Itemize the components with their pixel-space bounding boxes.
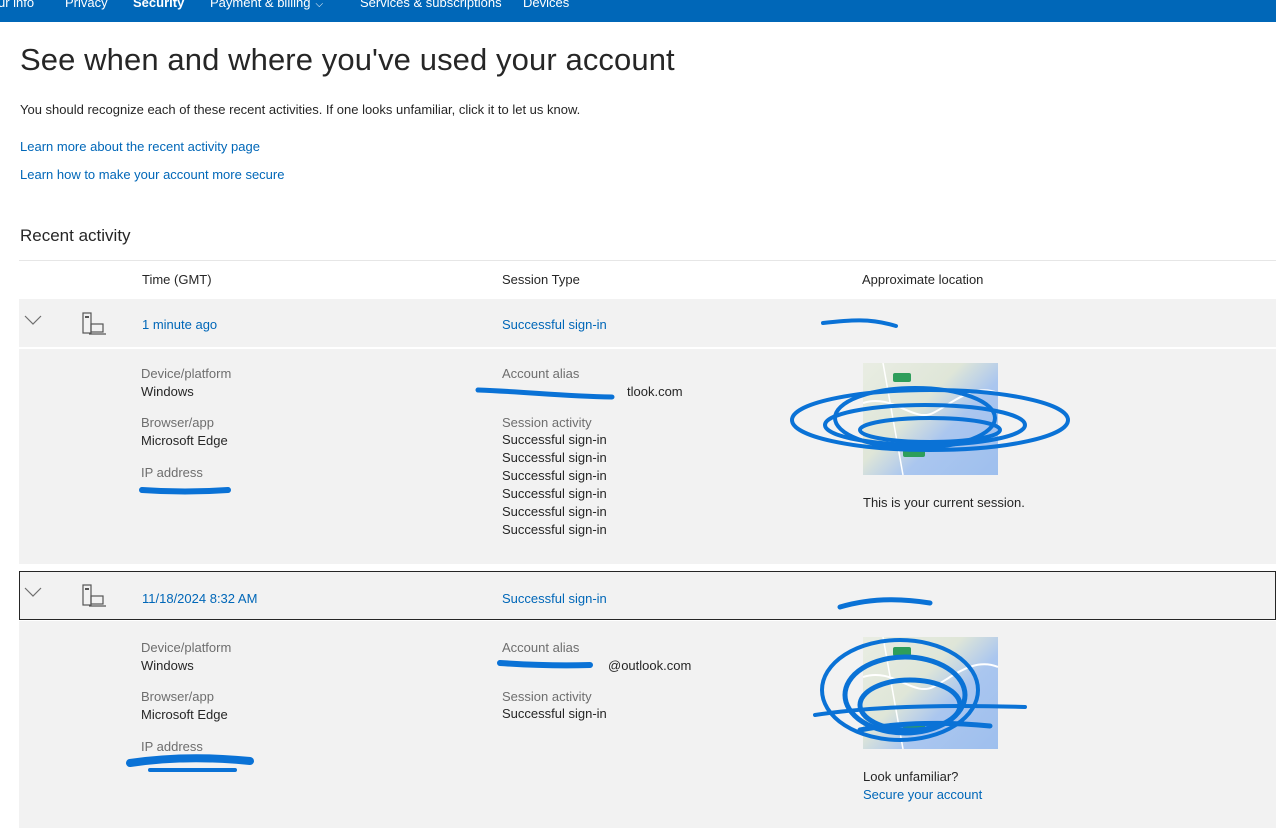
row-session-type-link[interactable]: Successful sign-in [502, 591, 607, 606]
activity-detail-2: Device/platform Windows Browser/app Micr… [19, 621, 1276, 828]
nav-your-info[interactable]: ur info [0, 0, 34, 12]
learn-recent-activity-link[interactable]: Learn more about the recent activity pag… [20, 139, 260, 154]
secure-account-link[interactable]: Secure your account [863, 787, 982, 802]
current-session-note: This is your current session. [863, 495, 1025, 510]
activity-row-2[interactable]: 11/18/2024 8:32 AM Successful sign-in [19, 571, 1276, 620]
session-activity-list: Successful sign-in [502, 705, 607, 723]
computer-icon [82, 312, 106, 335]
intro-text: You should recognize each of these recen… [20, 102, 581, 117]
row-session-type-link[interactable]: Successful sign-in [502, 317, 607, 332]
label-browser-app: Browser/app [141, 415, 214, 430]
list-item: Successful sign-in [502, 486, 607, 501]
label-browser-app: Browser/app [141, 689, 214, 704]
list-item: Successful sign-in [502, 522, 607, 537]
list-item: Successful sign-in [502, 706, 607, 721]
page-title: See when and where you've used your acco… [20, 42, 675, 77]
value-account-alias: @outlook.com [608, 658, 692, 673]
label-device-platform: Device/platform [141, 640, 232, 655]
activity-detail-1: Device/platform Windows Browser/app Micr… [19, 349, 1276, 564]
computer-icon [82, 584, 106, 607]
label-ip-address: IP address [141, 465, 203, 480]
top-nav: ur info Privacy Security Payment & billi… [0, 0, 1276, 22]
nav-services-subscriptions[interactable]: Services & subscriptions [360, 0, 502, 12]
session-activity-list: Successful sign-in Successful sign-in Su… [502, 431, 607, 539]
nav-payment-billing[interactable]: Payment & billing ⌵ [210, 0, 323, 14]
location-map [863, 363, 998, 475]
nav-privacy[interactable]: Privacy [65, 0, 108, 12]
value-device-platform: Windows [141, 658, 194, 673]
list-item: Successful sign-in [502, 450, 607, 465]
col-header-time: Time (GMT) [142, 272, 212, 287]
learn-secure-account-link[interactable]: Learn how to make your account more secu… [20, 167, 284, 182]
unfamiliar-prompt: Look unfamiliar? [863, 769, 959, 784]
section-title-recent-activity: Recent activity [20, 226, 131, 245]
chevron-down-icon: ⌵ [315, 0, 324, 10]
label-session-activity: Session activity [502, 689, 592, 704]
label-ip-address: IP address [141, 739, 203, 754]
chevron-down-icon[interactable] [24, 314, 42, 326]
label-account-alias: Account alias [502, 640, 580, 655]
nav-payment-billing-label: Payment & billing [210, 0, 311, 10]
activity-row-1[interactable]: 1 minute ago Successful sign-in [19, 299, 1276, 347]
label-session-activity: Session activity [502, 415, 592, 430]
col-header-location: Approximate location [862, 272, 984, 287]
value-device-platform: Windows [141, 384, 194, 399]
col-header-session-type: Session Type [502, 272, 580, 287]
value-browser-app: Microsoft Edge [141, 707, 228, 722]
chevron-down-icon[interactable] [24, 586, 42, 598]
nav-security[interactable]: Security [133, 0, 184, 12]
list-item: Successful sign-in [502, 468, 607, 483]
nav-devices[interactable]: Devices [523, 0, 569, 12]
list-item: Successful sign-in [502, 504, 607, 519]
value-browser-app: Microsoft Edge [141, 433, 228, 448]
label-account-alias: Account alias [502, 366, 580, 381]
location-map [863, 637, 998, 749]
list-item: Successful sign-in [502, 432, 607, 447]
label-device-platform: Device/platform [141, 366, 232, 381]
value-account-alias: tlook.com [627, 384, 683, 399]
row-time-link[interactable]: 1 minute ago [142, 317, 217, 332]
row-time-link[interactable]: 11/18/2024 8:32 AM [142, 591, 257, 606]
table-divider [19, 260, 1276, 261]
